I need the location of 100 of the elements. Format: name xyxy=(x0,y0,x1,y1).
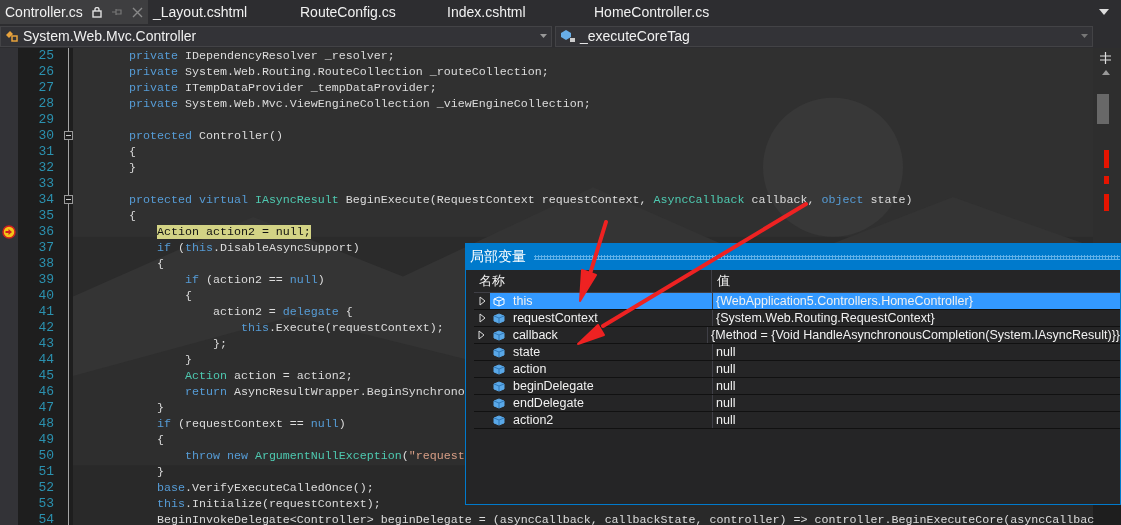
code-line: { xyxy=(155,433,164,447)
variable-name[interactable]: callback xyxy=(489,327,708,343)
variable-value: {Method = {Void HandleAsynchronousCompletion(System.IAsyncResult)}} xyxy=(707,327,1120,343)
line-number: 39 xyxy=(37,272,55,288)
line-number: 47 xyxy=(37,400,55,416)
code-line: Action action = action2; xyxy=(183,369,353,383)
close-icon[interactable] xyxy=(131,6,143,18)
line-number: 35 xyxy=(37,208,55,224)
error-marker xyxy=(1104,176,1109,184)
file-tab[interactable]: Controller.cs xyxy=(0,0,148,24)
class-icon xyxy=(5,29,19,43)
cube-icon xyxy=(492,329,505,341)
line-number: 37 xyxy=(37,240,55,256)
code-line: BeginInvokeDelegate<Controller> beginDelegate = (asyncCallback, callbackState, controller) => controller.BeginExecuteCore(asyncCallbac xyxy=(155,513,1095,525)
code-line: return AsyncResultWrapper.BeginSynchrono xyxy=(183,385,465,399)
error-marker xyxy=(1104,150,1109,168)
code-line: } xyxy=(183,353,192,367)
file-tab[interactable]: Index.cshtml xyxy=(442,0,589,24)
variable-value: null xyxy=(712,378,1120,394)
code-line: if (requestContext == null) xyxy=(155,417,346,431)
line-number: 33 xyxy=(37,176,55,192)
variable-value: {System.Web.Routing.RequestContext} xyxy=(712,310,1120,326)
code-line: if (this.DisableAsyncSupport) xyxy=(155,241,360,255)
code-line: private IDependencyResolver _resolver; xyxy=(127,49,395,63)
file-tab[interactable]: RouteConfig.cs xyxy=(295,0,442,24)
code-line: { xyxy=(127,209,136,223)
code-line: this.Execute(requestContext); xyxy=(239,321,444,335)
line-number: 52 xyxy=(37,480,55,496)
variable-value: null xyxy=(712,395,1120,411)
column-header[interactable]: 值 xyxy=(712,272,730,290)
line-number: 49 xyxy=(37,432,55,448)
field-icon xyxy=(560,29,576,43)
caret-icon xyxy=(1081,34,1088,38)
variable-name[interactable]: action xyxy=(490,361,712,377)
collapse-icon[interactable] xyxy=(64,131,73,140)
line-number: 28 xyxy=(37,96,55,112)
code-line: base.VerifyExecuteCalledOnce(); xyxy=(155,481,374,495)
code-line: private ITempDataProvider _tempDataProvider; xyxy=(127,81,437,95)
code-line: protected virtual IAsyncResult BeginExecute(RequestContext requestContext, AsyncCallback callback, object state) xyxy=(127,193,913,207)
variable-value: {WebApplication5.Controllers.HomeController} xyxy=(712,293,1120,309)
code-line: }; xyxy=(211,337,227,351)
file-tab[interactable]: _Layout.cshtml xyxy=(148,0,295,24)
line-number: 34 xyxy=(37,192,55,208)
code-line: action2 = delegate { xyxy=(211,305,353,319)
line-number: 44 xyxy=(37,352,55,368)
line-number: 50 xyxy=(37,448,55,464)
splitter-icon[interactable] xyxy=(1100,52,1111,64)
cube-icon xyxy=(493,397,505,409)
line-number: 29 xyxy=(37,112,55,128)
variable-name[interactable]: requestContext xyxy=(490,310,712,326)
code-line: if (action2 == null) xyxy=(183,273,325,287)
variable-name[interactable]: endDelegate xyxy=(490,395,712,411)
code-line: { xyxy=(127,145,136,159)
line-number: 32 xyxy=(37,160,55,176)
scroll-up-icon[interactable] xyxy=(1102,70,1110,75)
collapse-icon[interactable] xyxy=(64,195,73,204)
type-dropdown[interactable]: System.Web.Mvc.Controller xyxy=(0,25,552,47)
grip-handle[interactable] xyxy=(534,254,1120,260)
line-number: 36 xyxy=(37,224,55,240)
window-title: 局部变量 xyxy=(470,248,526,266)
cube-icon xyxy=(493,414,505,426)
code-line: { xyxy=(183,289,192,303)
cube-icon xyxy=(493,312,505,324)
lock-icon xyxy=(91,6,102,18)
code-line: protected Controller() xyxy=(127,129,283,143)
code-line: throw new ArgumentNullException("request xyxy=(183,449,465,463)
line-number: 25 xyxy=(37,48,55,64)
line-number: 40 xyxy=(37,288,55,304)
line-number: 38 xyxy=(37,256,55,272)
variable-value: null xyxy=(712,412,1120,428)
caret-icon xyxy=(540,34,547,38)
variable-value: null xyxy=(712,361,1120,377)
line-number: 53 xyxy=(37,496,55,512)
line-number: 46 xyxy=(37,384,55,400)
line-number: 54 xyxy=(37,512,55,525)
code-line: private System.Web.Mvc.ViewEngineCollection _viewEngineCollection; xyxy=(127,97,591,111)
line-number: 43 xyxy=(37,336,55,352)
line-number: 27 xyxy=(37,80,55,96)
code-line: } xyxy=(127,161,136,175)
member-dropdown[interactable]: _executeCoreTag xyxy=(555,25,1093,47)
caret-icon[interactable] xyxy=(1099,9,1109,15)
line-number: 45 xyxy=(37,368,55,384)
variable-name[interactable]: action2 xyxy=(490,412,712,428)
cube-icon xyxy=(493,295,505,307)
line-number: 41 xyxy=(37,304,55,320)
cube-icon xyxy=(493,363,505,375)
cube-icon xyxy=(493,346,505,358)
line-number: 30 xyxy=(37,128,55,144)
code-line: } xyxy=(155,465,164,479)
line-number: 42 xyxy=(37,320,55,336)
code-line: this.Initialize(requestContext); xyxy=(155,497,381,511)
file-tab[interactable]: HomeController.cs xyxy=(589,0,736,24)
variable-name[interactable]: beginDelegate xyxy=(490,378,712,394)
line-number: 51 xyxy=(37,464,55,480)
scroll-thumb[interactable] xyxy=(1097,94,1109,124)
current-statement-icon xyxy=(2,225,16,239)
cube-icon xyxy=(493,380,505,392)
code-line: { xyxy=(155,257,164,271)
variable-name[interactable]: state xyxy=(490,344,712,360)
line-number: 48 xyxy=(37,416,55,432)
